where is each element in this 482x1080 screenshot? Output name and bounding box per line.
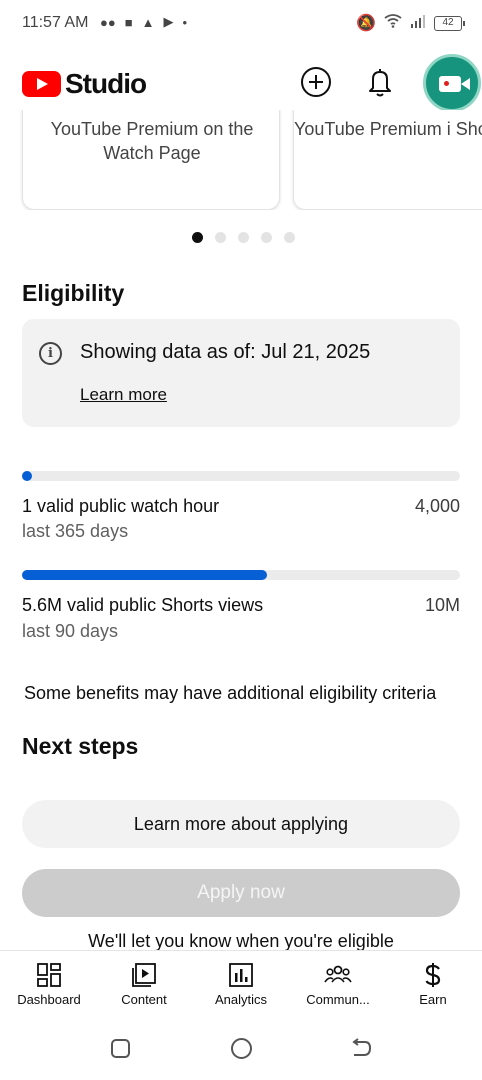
carousel-dot xyxy=(238,232,249,243)
eligible-notice: We'll let you know when you're eligible xyxy=(88,931,394,950)
shorts-views-label: 5.6M valid public Shorts views xyxy=(22,595,264,615)
bottom-navigation: Dashboard Content Analytics Commun... Ea… xyxy=(0,950,482,1020)
nav-analytics[interactable]: Analytics xyxy=(193,951,289,1021)
youtube-play-logo-icon xyxy=(22,71,61,97)
bell-icon xyxy=(369,69,391,97)
community-icon xyxy=(324,965,352,983)
status-notification-icons: ●● ■ ▲ ▶ • xyxy=(100,14,187,30)
nav-label: Earn xyxy=(419,992,447,1007)
battery-icon: 42 xyxy=(434,15,465,31)
brand-name: Studio xyxy=(65,68,147,99)
camera-icon xyxy=(439,76,470,92)
benefit-card-text: YouTube Premium i Shorts Feed xyxy=(294,119,482,139)
go-live-button[interactable] xyxy=(423,54,481,112)
voicemail-icon: ●● xyxy=(100,14,116,30)
nav-label: Commun... xyxy=(306,992,370,1007)
status-bar: 11:57 AM ●● ■ ▲ ▶ • 🔕 42 xyxy=(0,0,482,48)
carousel-indicator xyxy=(192,232,295,243)
system-navigation-bar xyxy=(0,1020,482,1080)
benefits-carousel[interactable]: YouTube Premium on the Watch Page YouTub… xyxy=(0,110,482,210)
notifications-button[interactable] xyxy=(365,66,395,98)
data-info-box: i Showing data as of: Jul 21, 2025 Learn… xyxy=(22,319,460,427)
warning-icon: ▲ xyxy=(141,14,155,30)
studio-logo: Studio xyxy=(22,68,147,100)
dashboard-icon xyxy=(37,963,61,987)
nav-content[interactable]: Content xyxy=(96,951,192,1021)
mute-icon: 🔕 xyxy=(356,15,376,32)
more-dot-icon: • xyxy=(182,14,188,30)
eligibility-note: Some benefits may have additional eligib… xyxy=(24,683,437,703)
nav-label: Dashboard xyxy=(17,992,81,1007)
watch-hours-label: 1 valid public watch hour xyxy=(22,496,220,516)
info-icon: i xyxy=(39,342,62,365)
shorts-views-period: last 90 days xyxy=(22,621,119,641)
wifi-icon xyxy=(384,13,402,33)
youtube-notification-icon: ▶ xyxy=(163,14,174,29)
learn-more-link[interactable]: Learn more xyxy=(80,385,167,405)
back-button[interactable] xyxy=(350,1038,372,1060)
data-date-text: Showing data as of: Jul 21, 2025 xyxy=(80,341,371,363)
watch-hours-period: last 365 days xyxy=(22,521,129,541)
app-bar: Studio xyxy=(0,54,482,112)
learn-more-about-applying-button[interactable]: Learn more about applying xyxy=(22,800,460,848)
carousel-dot xyxy=(284,232,295,243)
recent-apps-button[interactable] xyxy=(111,1039,130,1058)
record-dot-icon xyxy=(444,81,449,86)
analytics-icon xyxy=(229,963,253,987)
nav-community[interactable]: Commun... xyxy=(290,951,386,1021)
progress-fill xyxy=(22,570,268,580)
next-steps-heading: Next steps xyxy=(22,733,139,759)
signal-icon xyxy=(410,14,426,33)
carousel-dot xyxy=(261,232,272,243)
nav-label: Analytics xyxy=(214,992,268,1007)
watch-hours-progress-bar xyxy=(22,471,460,481)
nav-label: Content xyxy=(121,992,167,1007)
home-button[interactable] xyxy=(231,1038,252,1059)
apply-now-button[interactable]: Apply now xyxy=(22,869,460,917)
progress-fill xyxy=(22,471,32,481)
carousel-dot xyxy=(215,232,226,243)
eligibility-heading: Eligibility xyxy=(22,280,125,306)
shorts-views-goal: 10M xyxy=(424,595,460,615)
nav-earn[interactable]: Earn xyxy=(385,951,481,1021)
benefit-card[interactable]: YouTube Premium i Shorts Feed xyxy=(293,110,482,210)
earn-dollar-icon xyxy=(425,963,441,987)
shorts-views-progress-bar xyxy=(22,570,460,580)
create-button[interactable] xyxy=(301,67,331,97)
benefit-card-text: YouTube Premium on the Watch Page xyxy=(50,119,254,163)
benefit-card[interactable]: YouTube Premium on the Watch Page xyxy=(22,110,280,210)
nav-dashboard[interactable]: Dashboard xyxy=(1,951,97,1021)
content-icon xyxy=(132,963,156,987)
video-camera-icon: ■ xyxy=(124,14,133,30)
watch-hours-goal: 4,000 xyxy=(414,496,460,516)
status-system-icons: 🔕 42 xyxy=(356,13,465,33)
carousel-dot xyxy=(192,232,203,243)
status-time: 11:57 AM xyxy=(22,14,89,31)
